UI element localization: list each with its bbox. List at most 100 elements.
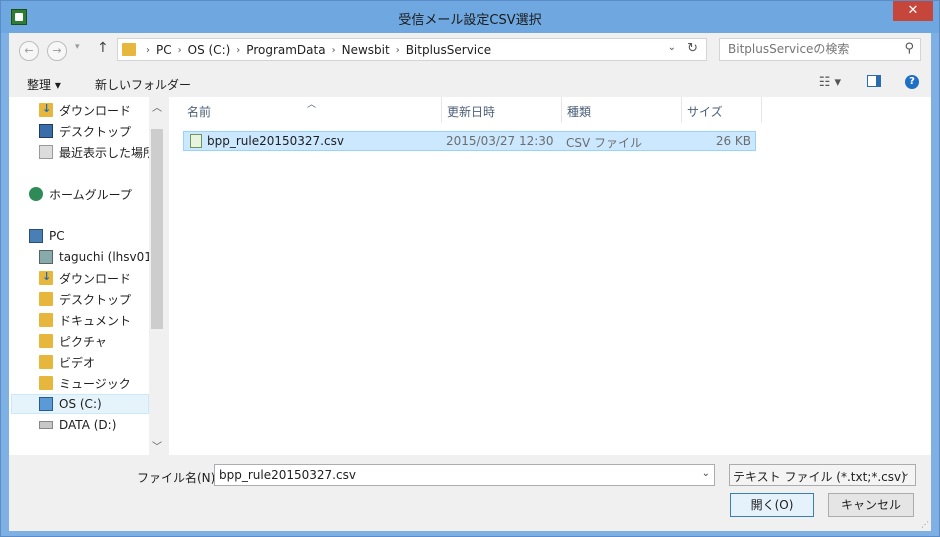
forward-arrow-icon[interactable]: →: [47, 41, 67, 61]
up-arrow-icon[interactable]: ↑: [97, 40, 109, 56]
nav-item-label: ホームグループ: [49, 187, 132, 202]
window-title: 受信メール設定CSV選択: [398, 13, 542, 28]
nav-item-label: DATA (D:): [59, 418, 117, 432]
breadcrumb-chevron-icon[interactable]: ›: [396, 45, 400, 56]
nav-item-data-d[interactable]: DATA (D:): [39, 415, 116, 435]
breadcrumb-chevron-icon[interactable]: ›: [236, 45, 240, 56]
nav-item-recent-places[interactable]: 最近表示した場所: [39, 142, 155, 162]
scrollbar-thumb[interactable]: [151, 129, 163, 329]
nav-item-network-drive[interactable]: taguchi (lhsv01: [39, 247, 152, 267]
folder-icon: [122, 43, 136, 56]
nav-item-label: ビデオ: [59, 355, 96, 370]
preview-pane-icon[interactable]: [867, 75, 881, 87]
filetype-select[interactable]: テキスト ファイル (*.txt;*.csv) ⌄: [729, 464, 916, 486]
column-header-modified[interactable]: 更新日時: [447, 103, 495, 120]
dialog-body: ← → ▾ ↑ › PC › OS (C:) › ProgramData › N…: [9, 33, 931, 531]
search-input[interactable]: [728, 42, 898, 56]
column-divider[interactable]: [441, 97, 442, 123]
nav-item-label: OS (C:): [59, 397, 102, 411]
desktop-icon: [39, 124, 53, 138]
nav-item-pictures[interactable]: ピクチャ: [39, 331, 107, 351]
search-box: ⚲: [719, 38, 921, 61]
address-bar[interactable]: › PC › OS (C:) › ProgramData › Newsbit ›…: [117, 38, 707, 61]
filetype-value: テキスト ファイル (*.txt;*.csv): [733, 470, 906, 484]
chevron-down-icon[interactable]: ⌄: [702, 468, 710, 479]
downloads-folder-icon: [39, 270, 53, 285]
breadcrumb-chevron-icon[interactable]: ›: [146, 45, 150, 56]
refresh-icon[interactable]: ↻: [687, 41, 698, 56]
help-icon[interactable]: ?: [905, 75, 919, 89]
title-bar: 受信メール設定CSV選択 ✕: [1, 1, 939, 33]
filename-field[interactable]: bpp_rule20150327.csv ⌄: [214, 464, 715, 486]
column-header-type[interactable]: 種類: [567, 103, 591, 120]
resize-grip-icon[interactable]: ⋰: [921, 520, 929, 529]
column-header-size[interactable]: サイズ: [687, 103, 723, 120]
nav-item-downloads[interactable]: ダウンロード: [39, 100, 131, 120]
file-type: CSV ファイル: [566, 136, 643, 150]
documents-folder-icon: [39, 313, 53, 327]
open-button[interactable]: 開く(O): [730, 493, 814, 517]
cancel-button[interactable]: キャンセル: [828, 493, 914, 517]
nav-item-os-c[interactable]: OS (C:): [11, 394, 149, 414]
file-size: 26 KB: [715, 134, 751, 148]
breadcrumb-item-os-c[interactable]: OS (C:): [188, 43, 231, 57]
nav-item-pc[interactable]: PC: [29, 226, 65, 246]
scroll-down-icon[interactable]: ﹀: [152, 438, 162, 453]
nav-item-homegroup[interactable]: ホームグループ: [29, 184, 132, 204]
filename-label: ファイル名(N):: [137, 471, 220, 485]
nav-item-label: PC: [49, 229, 65, 243]
recent-places-icon: [39, 145, 53, 159]
nav-item-label: ダウンロード: [59, 103, 132, 118]
breadcrumb-item-newsbit[interactable]: Newsbit: [342, 43, 390, 57]
file-open-dialog: 受信メール設定CSV選択 ✕ ← → ▾ ↑ › PC › OS (C:) › …: [0, 0, 940, 537]
nav-item-label: taguchi (lhsv01: [59, 250, 152, 264]
nav-item-documents[interactable]: ドキュメント: [39, 310, 131, 330]
breadcrumb-item-programdata[interactable]: ProgramData: [246, 43, 325, 57]
column-divider[interactable]: [561, 97, 562, 123]
music-folder-icon: [39, 376, 53, 390]
view-options-icon[interactable]: ☷ ▾: [819, 75, 841, 90]
search-icon[interactable]: ⚲: [904, 41, 914, 56]
breadcrumb-item-pc[interactable]: PC: [156, 43, 172, 57]
os-drive-icon: [39, 397, 53, 411]
command-bar: 整理 ▾ 新しいフォルダー ☷ ▾ ?: [9, 71, 931, 96]
csv-file-icon: [190, 134, 202, 148]
downloads-folder-icon: [39, 102, 53, 117]
address-dropdown-icon[interactable]: ⌄: [668, 42, 676, 53]
new-folder-button[interactable]: 新しいフォルダー: [95, 76, 191, 93]
homegroup-icon: [29, 187, 43, 201]
file-modified: 2015/03/27 12:30: [446, 134, 554, 148]
filename-value: bpp_rule20150327.csv: [219, 468, 356, 482]
nav-item-label: ドキュメント: [59, 313, 132, 328]
sort-ascending-icon: ︿: [307, 100, 317, 110]
videos-folder-icon: [39, 355, 53, 369]
computer-icon: [29, 229, 43, 243]
nav-item-music[interactable]: ミュージック: [39, 373, 131, 393]
navigation-pane: ダウンロード デスクトップ 最近表示した場所 ホームグループ PC taguch…: [9, 97, 165, 455]
drive-icon: [39, 421, 53, 429]
organize-button[interactable]: 整理 ▾: [27, 76, 61, 93]
scroll-up-icon[interactable]: ︿: [152, 99, 162, 114]
close-button[interactable]: ✕: [893, 1, 933, 21]
recent-locations-chevron-icon[interactable]: ▾: [75, 42, 80, 52]
nav-item-downloads-pc[interactable]: ダウンロード: [39, 268, 131, 288]
file-selection-area: ファイル名(N): bpp_rule20150327.csv ⌄ テキスト ファ…: [9, 455, 931, 531]
breadcrumb-chevron-icon[interactable]: ›: [178, 45, 182, 56]
column-divider[interactable]: [761, 97, 762, 123]
nav-item-label: ミュージック: [59, 376, 131, 391]
chevron-down-icon[interactable]: ⌄: [902, 468, 910, 479]
file-row[interactable]: bpp_rule20150327.csv 2015/03/27 12:30 CS…: [183, 131, 756, 151]
nav-item-videos[interactable]: ビデオ: [39, 352, 95, 372]
nav-item-label: ダウンロード: [59, 271, 132, 286]
column-divider[interactable]: [681, 97, 682, 123]
nav-item-label: デスクトップ: [59, 292, 132, 307]
nav-scrollbar[interactable]: ︿ ﹀: [149, 97, 165, 455]
column-header-name[interactable]: 名前: [187, 103, 211, 120]
breadcrumb-item-bitplusservice[interactable]: BitplusService: [406, 43, 491, 57]
nav-item-label: 最近表示した場所: [59, 145, 156, 160]
breadcrumb: › PC › OS (C:) › ProgramData › Newsbit ›…: [140, 43, 491, 57]
breadcrumb-chevron-icon[interactable]: ›: [332, 45, 336, 56]
nav-item-desktop[interactable]: デスクトップ: [39, 121, 131, 141]
nav-item-desktop-pc[interactable]: デスクトップ: [39, 289, 131, 309]
back-arrow-icon[interactable]: ←: [19, 41, 39, 61]
